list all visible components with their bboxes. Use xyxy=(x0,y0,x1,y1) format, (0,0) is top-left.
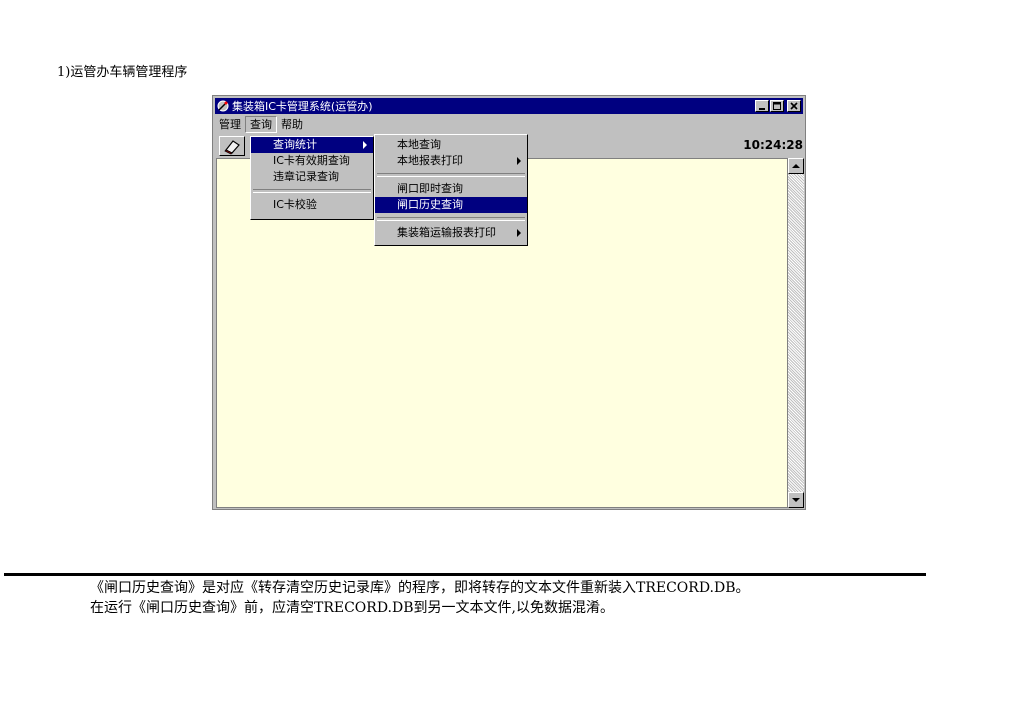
menu-item-gate-history-query[interactable]: 闸口历史查询 xyxy=(375,197,527,213)
menu-separator xyxy=(377,173,525,177)
description-line-2: 在运行《闸口历史查询》前，应清空TRECORD.DB到另一文本文件,以免数据混淆… xyxy=(90,600,614,616)
satellite-dish-icon xyxy=(217,100,229,112)
menu-separator xyxy=(253,189,371,193)
menu-help[interactable]: 帮助 xyxy=(277,117,307,132)
menu-item-ic-verify[interactable]: IC卡校验 xyxy=(251,197,373,213)
submenu-arrow-icon xyxy=(517,229,521,237)
maximize-icon xyxy=(773,102,781,110)
description-line-1: 《闸口历史查询》是对应《转存清空历史记录库》的程序，即将转存的文本文件重新装入T… xyxy=(90,580,750,596)
toolbar-button[interactable] xyxy=(219,136,245,156)
query-stats-submenu: 本地查询 本地报表打印 闸口即时查询 闸口历史查询 集装箱运输报表打印 xyxy=(374,134,528,246)
scroll-down-button[interactable] xyxy=(788,492,804,508)
close-button[interactable] xyxy=(787,100,801,112)
menu-item-ic-validity[interactable]: IC卡有效期查询 xyxy=(251,153,373,169)
menu-item-gate-instant-query[interactable]: 闸口即时查询 xyxy=(375,181,527,197)
title-bar[interactable]: 集装箱IC卡管理系统(运管办) xyxy=(215,98,803,114)
window-title: 集装箱IC卡管理系统(运管办) xyxy=(232,100,373,113)
eraser-icon xyxy=(224,140,240,155)
menu-item-local-report-print[interactable]: 本地报表打印 xyxy=(375,153,527,169)
submenu-arrow-icon xyxy=(363,141,367,149)
arrow-up-icon xyxy=(792,164,800,168)
menu-query[interactable]: 查询 xyxy=(245,116,277,133)
query-dropdown-menu: 查询统计 IC卡有效期查询 违章记录查询 IC卡校验 xyxy=(250,136,374,220)
menu-item-label: 本地报表打印 xyxy=(397,154,463,167)
minimize-button[interactable] xyxy=(755,100,769,112)
menu-item-violation-records[interactable]: 违章记录查询 xyxy=(251,169,373,185)
menu-item-label: 查询统计 xyxy=(273,138,317,151)
vertical-scrollbar[interactable] xyxy=(788,158,804,508)
arrow-down-icon xyxy=(792,498,800,502)
menu-item-container-report-print[interactable]: 集装箱运输报表打印 xyxy=(375,225,527,241)
section-heading: 1)运管办车辆管理程序 xyxy=(57,65,188,80)
close-icon xyxy=(790,102,798,110)
menu-item-label: 集装箱运输报表打印 xyxy=(397,226,496,239)
menu-separator xyxy=(377,217,525,221)
maximize-button[interactable] xyxy=(770,100,784,112)
menu-bar: 管理 查询 帮助 xyxy=(215,116,803,133)
menu-manage[interactable]: 管理 xyxy=(215,117,245,132)
minimize-icon xyxy=(759,108,765,110)
menu-item-query-stats[interactable]: 查询统计 xyxy=(251,137,373,153)
submenu-arrow-icon xyxy=(517,157,521,165)
horizontal-rule xyxy=(4,573,926,576)
menu-item-local-query[interactable]: 本地查询 xyxy=(375,137,527,153)
scroll-up-button[interactable] xyxy=(788,158,804,174)
clock-display: 10:24:28 xyxy=(743,138,803,152)
